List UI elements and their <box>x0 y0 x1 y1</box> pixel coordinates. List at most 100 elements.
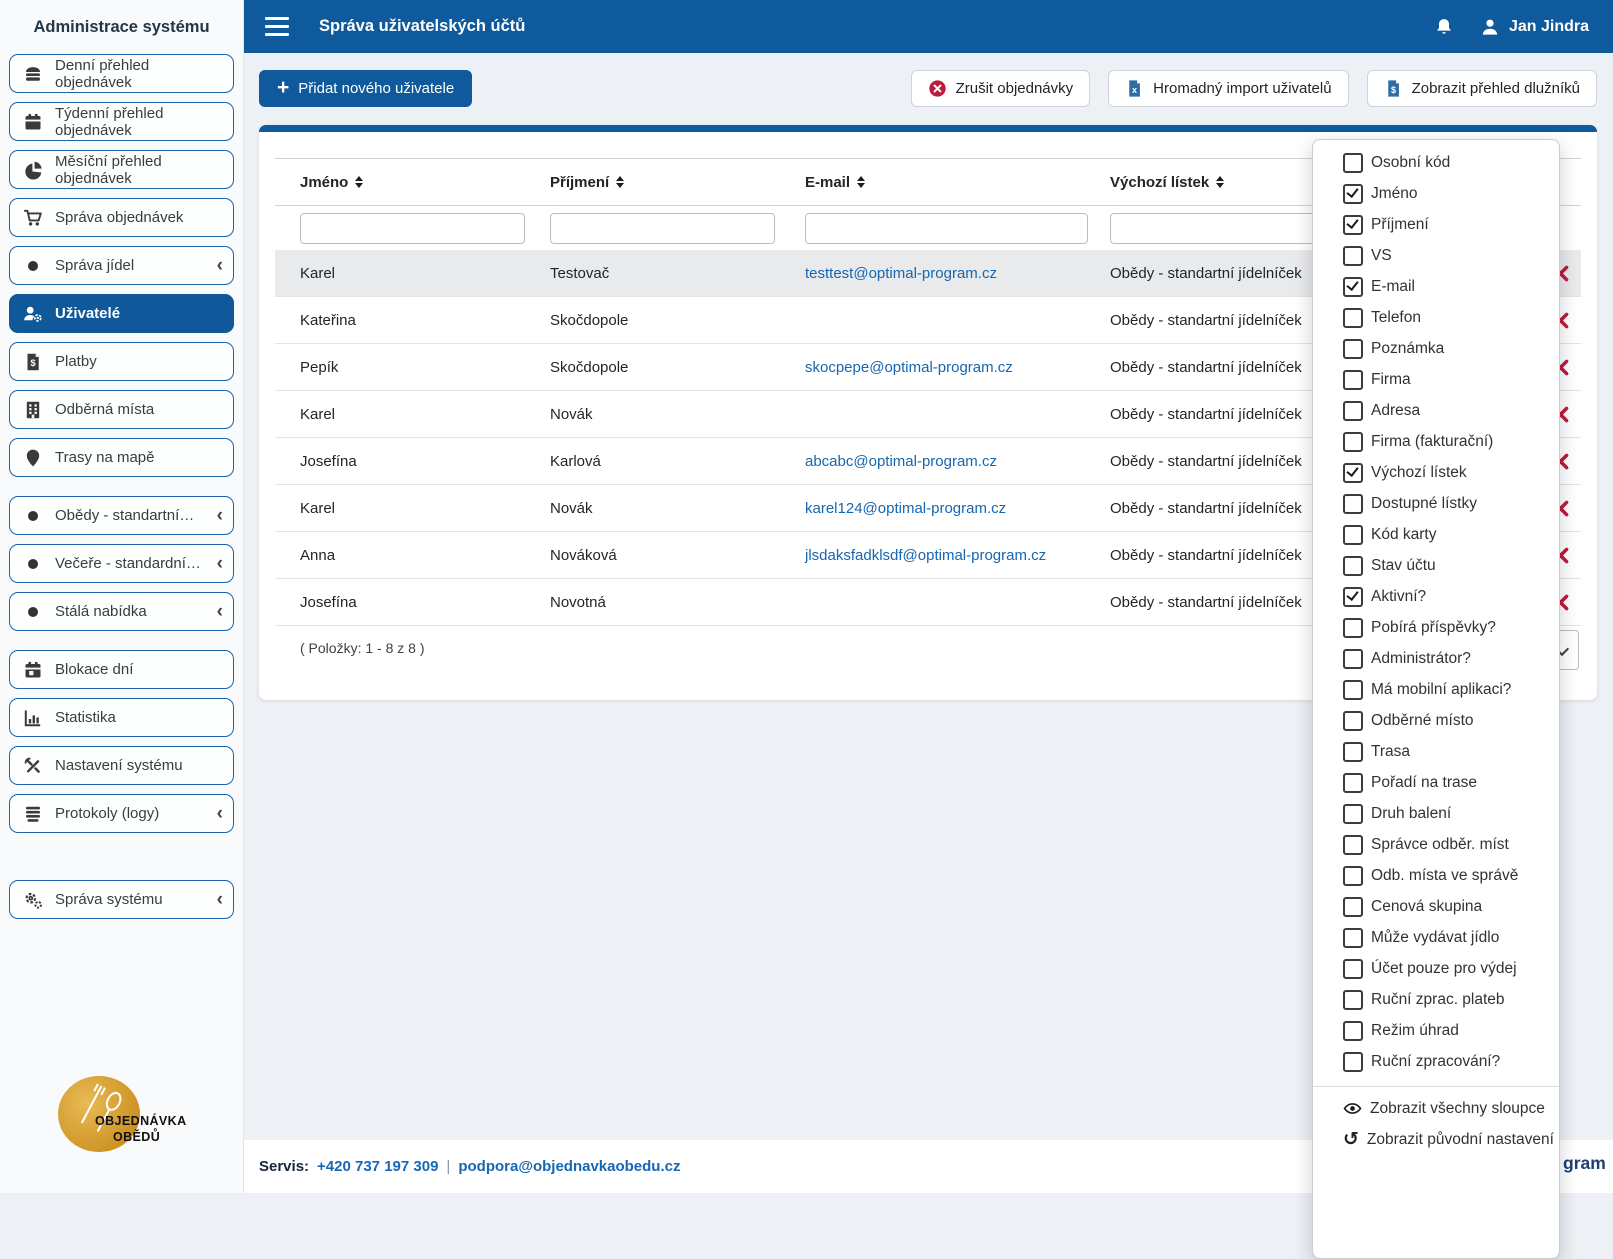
sidebar-item-dinners-menu[interactable]: Večeře - standardní… ‹ <box>9 544 234 583</box>
checkbox-icon[interactable] <box>1343 1020 1363 1041</box>
column-toggle-item[interactable]: Cenová skupina <box>1313 891 1559 922</box>
sidebar-item-statistics[interactable]: Statistika <box>9 698 234 737</box>
debtors-button[interactable]: $ Zobrazit přehled dlužníků <box>1366 70 1597 107</box>
column-toggle-item[interactable]: E-mail <box>1313 271 1559 302</box>
sidebar-item-lunches-menu[interactable]: Obědy - standartní… ‹ <box>9 496 234 535</box>
cancel-orders-button[interactable]: Zrušit objednávky <box>910 70 1091 107</box>
sidebar-item-payments[interactable]: $ Platby <box>9 342 234 381</box>
user-menu[interactable]: Jan Jindra <box>1480 17 1589 37</box>
column-toggle-item[interactable]: Má mobilní aplikaci? <box>1313 674 1559 705</box>
checkbox-icon[interactable] <box>1343 524 1363 545</box>
sidebar-item-weekly-orders[interactable]: Týdenní přehled objednávek <box>9 102 234 141</box>
checkbox-icon[interactable] <box>1343 648 1363 669</box>
sidebar-item-routes-map[interactable]: Trasy na mapě <box>9 438 234 477</box>
column-toggle-item[interactable]: Poznámka <box>1313 333 1559 364</box>
column-toggle-item[interactable]: Může vydávat jídlo <box>1313 922 1559 953</box>
email-link[interactable]: skocpepe@optimal-program.cz <box>805 359 1013 376</box>
column-toggle-item[interactable]: Aktivní? <box>1313 581 1559 612</box>
column-toggle-item[interactable]: Osobní kód <box>1313 147 1559 178</box>
checkbox-icon[interactable] <box>1343 679 1363 700</box>
checkbox-icon[interactable] <box>1343 400 1363 421</box>
column-toggle-item[interactable]: Režim úhrad <box>1313 1015 1559 1046</box>
checkbox-icon[interactable] <box>1343 276 1363 297</box>
show-all-columns-action[interactable]: Zobrazit všechny sloupce <box>1313 1093 1559 1124</box>
column-toggle-item[interactable]: Příjmení <box>1313 209 1559 240</box>
column-toggle-item[interactable]: Jméno <box>1313 178 1559 209</box>
checkbox-icon[interactable] <box>1343 803 1363 824</box>
filter-last-name-input[interactable] <box>550 212 775 244</box>
filter-first-name-input[interactable] <box>300 212 525 244</box>
column-toggle-item[interactable]: Trasa <box>1313 736 1559 767</box>
checkbox-icon[interactable] <box>1343 896 1363 917</box>
sidebar-item-logs[interactable]: Protokoly (logy) ‹ <box>9 794 234 833</box>
checkbox-icon[interactable] <box>1343 741 1363 762</box>
column-toggle-item[interactable]: Dostupné lístky <box>1313 488 1559 519</box>
checkbox-icon[interactable] <box>1343 989 1363 1010</box>
checkbox-icon[interactable] <box>1343 1051 1363 1072</box>
column-toggle-item[interactable]: Druh balení <box>1313 798 1559 829</box>
column-toggle-item[interactable]: Pobírá příspěvky? <box>1313 612 1559 643</box>
checkbox-icon[interactable] <box>1343 710 1363 731</box>
email-link[interactable]: jlsdaksfadklsdf@optimal-program.cz <box>805 547 1046 564</box>
bulk-import-button[interactable]: x Hromadný import uživatelů <box>1108 70 1349 107</box>
checkbox-icon[interactable] <box>1343 338 1363 359</box>
column-toggle-item[interactable]: Adresa <box>1313 395 1559 426</box>
column-header-email[interactable]: E-mail <box>780 174 1085 191</box>
email-link[interactable]: testtest@optimal-program.cz <box>805 265 997 282</box>
column-toggle-item[interactable]: Kód karty <box>1313 519 1559 550</box>
filter-email-input[interactable] <box>805 212 1088 244</box>
support-email-link[interactable]: podpora@objednavkaobedu.cz <box>458 1158 680 1175</box>
column-toggle-item[interactable]: Firma (fakturační) <box>1313 426 1559 457</box>
checkbox-icon[interactable] <box>1343 369 1363 390</box>
column-toggle-item[interactable]: Telefon <box>1313 302 1559 333</box>
column-toggle-item[interactable]: VS <box>1313 240 1559 271</box>
sidebar-item-order-management[interactable]: Správa objednávek <box>9 198 234 237</box>
column-toggle-item[interactable]: Odb. místa ve správě <box>1313 860 1559 891</box>
calendar-icon <box>25 113 41 129</box>
column-toggle-item[interactable]: Ruční zpracování? <box>1313 1046 1559 1077</box>
checkbox-icon[interactable] <box>1343 462 1363 483</box>
column-header-last-name[interactable]: Příjmení <box>525 174 780 191</box>
column-toggle-item[interactable]: Firma <box>1313 364 1559 395</box>
checkbox-icon[interactable] <box>1343 927 1363 948</box>
checkbox-icon[interactable] <box>1343 152 1363 173</box>
add-user-button[interactable]: + Přidat nového uživatele <box>259 70 473 107</box>
checkbox-icon[interactable] <box>1343 958 1363 979</box>
sidebar-item-daily-orders[interactable]: Denní přehled objednávek <box>9 54 234 93</box>
email-link[interactable]: abcabc@optimal-program.cz <box>805 453 997 470</box>
column-toggle-item[interactable]: Administrátor? <box>1313 643 1559 674</box>
checkbox-icon[interactable] <box>1343 245 1363 266</box>
checkbox-icon[interactable] <box>1343 834 1363 855</box>
support-phone-link[interactable]: +420 737 197 309 <box>317 1158 438 1175</box>
checkbox-icon[interactable] <box>1343 431 1363 452</box>
checkbox-icon[interactable] <box>1343 183 1363 204</box>
sidebar-item-meal-management[interactable]: Správa jídel ‹ <box>9 246 234 285</box>
checkbox-icon[interactable] <box>1343 617 1363 638</box>
column-toggle-item[interactable]: Ruční zprac. plateb <box>1313 984 1559 1015</box>
checkbox-icon[interactable] <box>1343 586 1363 607</box>
sidebar-item-blocked-days[interactable]: Blokace dní <box>9 650 234 689</box>
bell-icon[interactable] <box>1434 17 1454 37</box>
checkbox-icon[interactable] <box>1343 865 1363 886</box>
sidebar-item-pickup-points[interactable]: Odběrná místa <box>9 390 234 429</box>
sidebar-item-monthly-orders[interactable]: Měsíční přehled objednávek <box>9 150 234 189</box>
column-toggle-item[interactable]: Správce odběr. míst <box>1313 829 1559 860</box>
column-toggle-item[interactable]: Odběrné místo <box>1313 705 1559 736</box>
menu-toggle-icon[interactable] <box>265 17 289 36</box>
sidebar-item-users[interactable]: Uživatelé <box>9 294 234 333</box>
sidebar-item-system-management[interactable]: Správa systému ‹ <box>9 880 234 919</box>
column-header-first-name[interactable]: Jméno <box>275 174 525 191</box>
checkbox-icon[interactable] <box>1343 214 1363 235</box>
checkbox-icon[interactable] <box>1343 772 1363 793</box>
checkbox-icon[interactable] <box>1343 493 1363 514</box>
email-link[interactable]: karel124@optimal-program.cz <box>805 500 1006 517</box>
checkbox-icon[interactable] <box>1343 555 1363 576</box>
column-toggle-item[interactable]: Pořadí na trase <box>1313 767 1559 798</box>
sidebar-item-system-settings[interactable]: Nastavení systému <box>9 746 234 785</box>
sidebar-item-permanent-offer[interactable]: Stálá nabídka ‹ <box>9 592 234 631</box>
checkbox-icon[interactable] <box>1343 307 1363 328</box>
reset-columns-action[interactable]: ↺ Zobrazit původní nastavení <box>1313 1124 1559 1155</box>
column-toggle-item[interactable]: Účet pouze pro výdej <box>1313 953 1559 984</box>
column-toggle-item[interactable]: Stav účtu <box>1313 550 1559 581</box>
column-toggle-item[interactable]: Výchozí lístek <box>1313 457 1559 488</box>
